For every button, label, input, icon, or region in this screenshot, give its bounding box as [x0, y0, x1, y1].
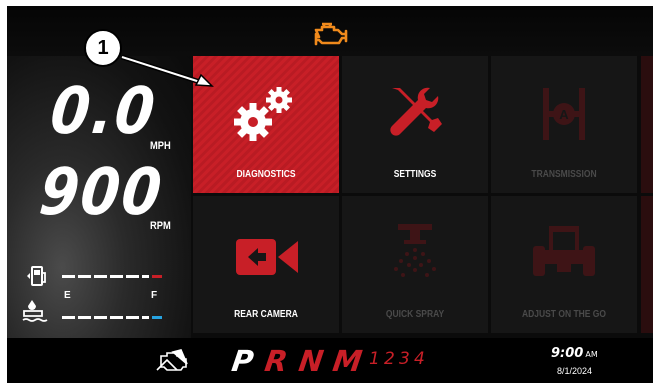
tile-label: TRANSMISSION	[531, 169, 597, 180]
svg-text:A: A	[559, 107, 569, 122]
tile-transmission[interactable]: A TRANSMISSION	[491, 56, 637, 193]
gear-manual[interactable]: M	[331, 344, 365, 378]
tile-settings[interactable]: SETTINGS	[342, 56, 488, 193]
fuel-pump-icon	[27, 266, 46, 286]
tile-diagnostics[interactable]: DIAGNOSTICS	[193, 56, 339, 193]
gear-number-3: 3	[399, 349, 410, 369]
camera-icon	[236, 239, 298, 275]
spray-icon	[394, 224, 436, 277]
bottom-status-bar: P R N M 1 2 3 4 9:00 AM 8/1/2024	[7, 338, 653, 383]
speed-readout: 0.0	[47, 74, 161, 149]
tile-partial	[641, 196, 653, 333]
clock: 9:00 AM	[551, 346, 598, 361]
gauge-panel: 0.0 MPH 900 RPM E F	[7, 56, 191, 338]
rpm-unit: RPM	[150, 220, 171, 232]
wrench-screwdriver-icon	[390, 87, 442, 136]
clock-ampm: AM	[585, 350, 598, 359]
transmission-icon: A	[543, 88, 585, 140]
tile-rear-camera[interactable]: REAR CAMERA	[193, 196, 339, 333]
tile-partial	[641, 56, 653, 193]
gear-neutral[interactable]: N	[297, 344, 326, 378]
vehicle-icon	[533, 226, 595, 276]
rpm-readout: 900	[36, 155, 167, 230]
check-engine-icon	[314, 22, 348, 46]
def-fluid-icon	[22, 300, 48, 322]
gear-park[interactable]: P	[230, 344, 256, 378]
gear-number-4: 4	[414, 349, 425, 369]
fuel-empty-label: E	[64, 290, 71, 301]
tile-label: QUICK SPRAY	[385, 309, 445, 320]
gear-number-1: 1	[369, 349, 380, 369]
callout-marker: 1	[84, 29, 122, 67]
tile-label: DIAGNOSTICS	[236, 169, 296, 180]
tile-adjust-on-the-go[interactable]: ADJUST ON THE GO	[491, 196, 637, 333]
menu-tile-grid: DIAGNOSTICS SETTINGS A TRANSMISSION REAR…	[193, 56, 653, 338]
parking-brake-icon	[156, 349, 188, 371]
gear-reverse[interactable]: R	[263, 344, 290, 378]
fuel-full-label: F	[151, 290, 158, 301]
gears-icon	[234, 87, 292, 141]
tile-label: ADJUST ON THE GO	[521, 309, 607, 320]
tile-label: REAR CAMERA	[234, 309, 298, 320]
tile-quick-spray[interactable]: QUICK SPRAY	[342, 196, 488, 333]
date: 8/1/2024	[557, 366, 593, 376]
clock-time: 9:00	[551, 346, 584, 361]
tile-label: SETTINGS	[393, 169, 437, 180]
speed-unit: MPH	[150, 140, 171, 152]
gear-number-2: 2	[384, 349, 395, 369]
